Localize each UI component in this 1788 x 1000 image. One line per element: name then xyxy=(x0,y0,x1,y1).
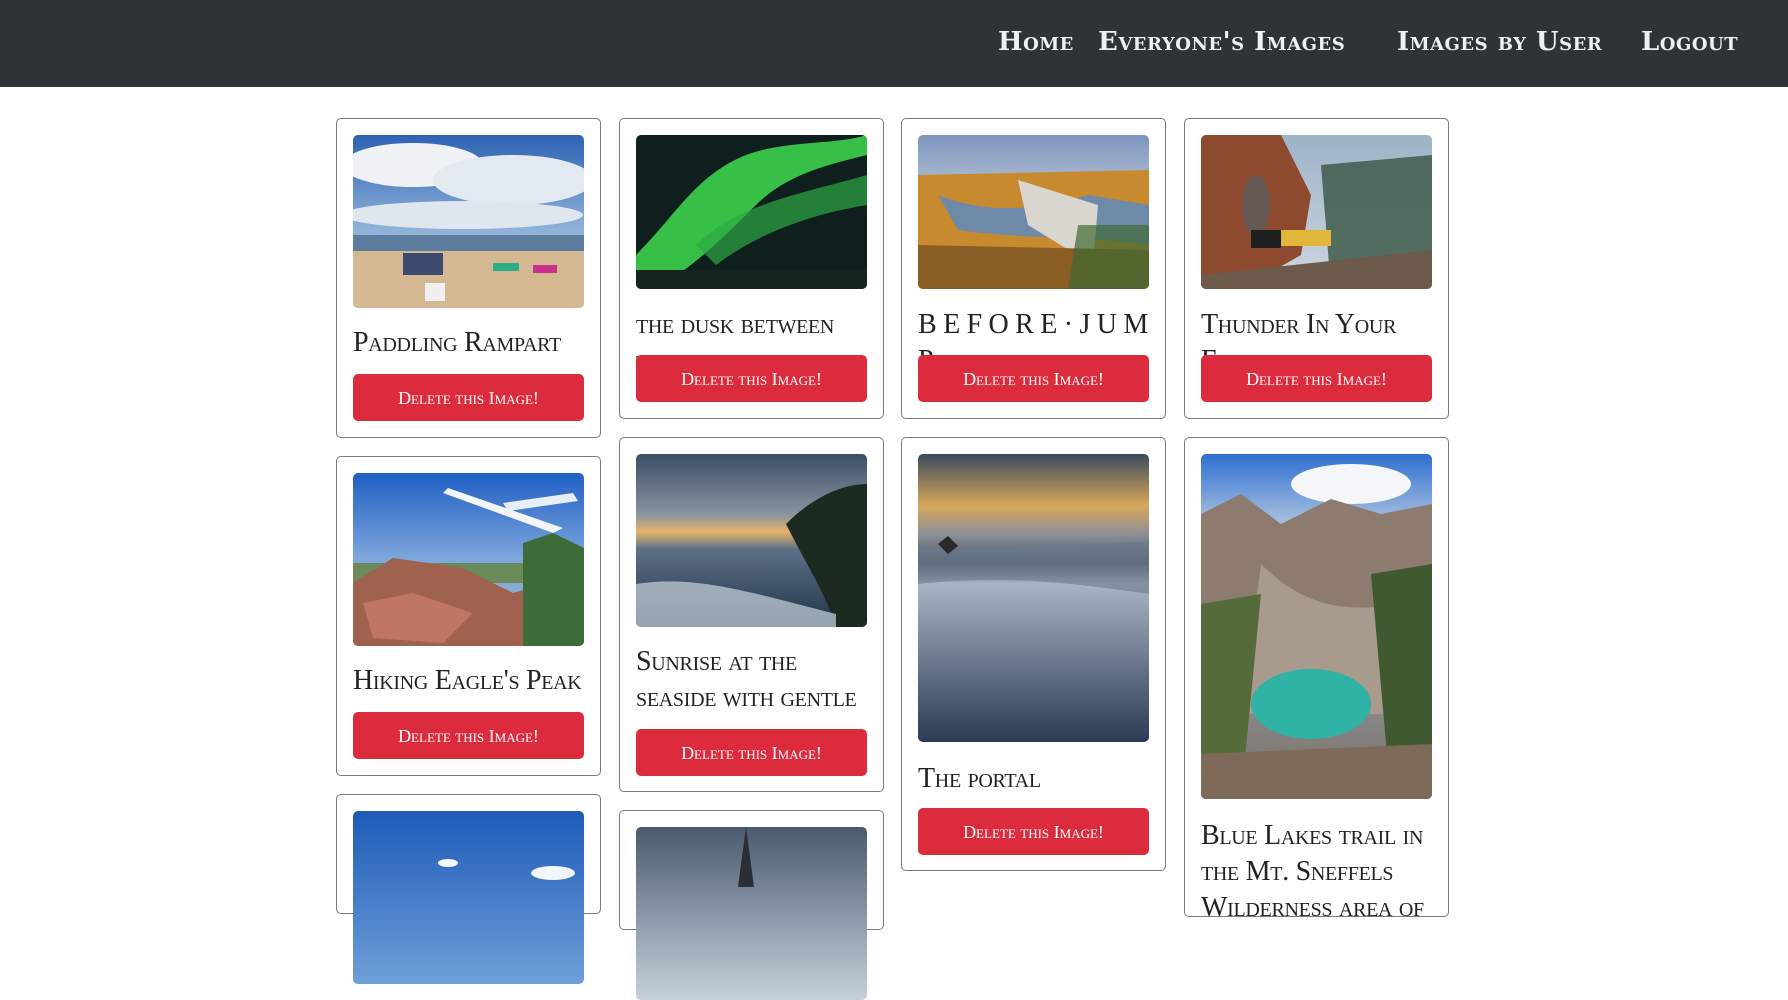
card-image xyxy=(918,135,1149,289)
delete-image-button[interactable]: Delete this Image! xyxy=(1201,355,1432,402)
delete-image-button[interactable]: Delete this Image! xyxy=(636,355,867,402)
card-image xyxy=(918,454,1149,742)
card-image xyxy=(353,135,584,308)
image-card xyxy=(336,794,601,984)
nav-home-link[interactable]: Home xyxy=(998,24,1074,60)
nav-everyones-images-link[interactable]: Everyone's Images xyxy=(1098,24,1345,60)
navbar: Home Everyone's Images Images by User Lo… xyxy=(0,0,1788,87)
image-card: the dusk between the stars Delete this I… xyxy=(619,118,884,419)
card-image xyxy=(353,811,584,984)
card-image xyxy=(1201,135,1432,289)
card-title: The portal xyxy=(918,763,1041,794)
nav-logout-link[interactable]: Logout xyxy=(1641,24,1738,60)
card-image xyxy=(1201,454,1432,799)
delete-image-button[interactable]: Delete this Image! xyxy=(918,808,1149,855)
delete-image-button[interactable]: Delete this Image! xyxy=(636,729,867,776)
card-image xyxy=(353,473,584,646)
image-card: Sunrise at the seaside with gentle surf … xyxy=(619,437,884,792)
image-card: Blue Lakes trail in the Mt. Sneffels Wil… xyxy=(1184,437,1449,923)
delete-image-button[interactable]: Delete this Image! xyxy=(918,355,1149,402)
delete-image-button[interactable]: Delete this Image! xyxy=(353,374,584,421)
image-card: Thunder In Your Ear... Delete this Image… xyxy=(1184,118,1449,419)
nav-images-by-user-link[interactable]: Images by User xyxy=(1397,24,1602,60)
image-card: Hiking Eagle's Peak Delete this Image! xyxy=(336,456,601,776)
image-card: B E F O R E · J U M P Delete this Image! xyxy=(901,118,1166,419)
image-card: Paddling Rampart Delete this Image! xyxy=(336,118,601,438)
card-title: Hiking Eagle's Peak xyxy=(353,665,582,696)
card-image xyxy=(636,827,867,1000)
delete-image-button[interactable]: Delete this Image! xyxy=(353,712,584,759)
image-card xyxy=(619,810,884,1000)
card-image xyxy=(636,135,867,289)
card-image xyxy=(636,454,867,627)
image-card: The portal Delete this Image! xyxy=(901,437,1166,871)
card-title: Blue Lakes trail in the Mt. Sneffels Wil… xyxy=(1201,820,1424,923)
card-title: Paddling Rampart xyxy=(353,327,561,358)
